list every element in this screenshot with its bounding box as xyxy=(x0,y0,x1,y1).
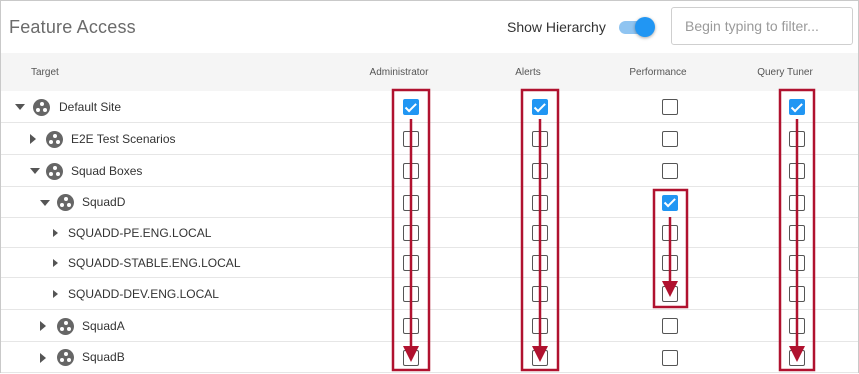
alerts-checkbox[interactable] xyxy=(532,286,548,302)
alerts-checkbox[interactable] xyxy=(532,131,548,147)
filter-input[interactable] xyxy=(671,7,853,45)
page-title: Feature Access xyxy=(9,17,136,37)
alerts-checkbox[interactable] xyxy=(532,318,548,334)
collapse-caret-icon[interactable] xyxy=(30,168,40,174)
query-tuner-checkbox[interactable] xyxy=(789,318,805,334)
collapse-caret-icon[interactable] xyxy=(40,199,50,206)
performance-checkbox[interactable] xyxy=(662,99,678,115)
expand-caret-icon[interactable] xyxy=(53,290,58,298)
expand-caret-icon[interactable] xyxy=(40,352,46,363)
panel-header: Feature Access Show Hierarchy xyxy=(1,1,858,53)
alerts-checkbox[interactable] xyxy=(532,194,548,211)
administrator-checkbox[interactable] xyxy=(403,99,419,115)
collapse-caret-icon[interactable] xyxy=(15,104,25,110)
feature-access-panel: Feature Access Show Hierarchy Target Adm… xyxy=(0,0,859,373)
performance-checkbox[interactable] xyxy=(662,225,678,241)
administrator-checkbox[interactable] xyxy=(403,131,419,147)
tree-row[interactable]: Default Site xyxy=(1,91,858,123)
administrator-checkbox[interactable] xyxy=(403,286,419,302)
tree-row-label: SQUADD-DEV.ENG.LOCAL xyxy=(68,286,219,301)
expand-caret-icon[interactable] xyxy=(53,229,58,237)
tree-row[interactable]: SquadB xyxy=(1,342,858,373)
tree-row[interactable]: SQUADD-DEV.ENG.LOCAL xyxy=(1,278,858,310)
tree-row-label: SQUADD-PE.ENG.LOCAL xyxy=(68,225,212,240)
query-tuner-checkbox[interactable] xyxy=(789,194,805,211)
site-icon xyxy=(57,194,74,211)
site-icon xyxy=(57,349,74,366)
tree-row-label: SQUADD-STABLE.ENG.LOCAL xyxy=(68,255,241,270)
tree-row-label: SquadB xyxy=(82,350,125,364)
administrator-checkbox[interactable] xyxy=(403,194,419,211)
expand-caret-icon[interactable] xyxy=(30,134,36,144)
tree-row[interactable]: SQUADD-STABLE.ENG.LOCAL xyxy=(1,248,858,278)
performance-checkbox[interactable] xyxy=(662,255,678,271)
expand-caret-icon[interactable] xyxy=(40,321,46,331)
tree-row[interactable]: SQUADD-PE.ENG.LOCAL xyxy=(1,218,858,248)
tree-row[interactable]: SquadD xyxy=(1,187,858,218)
alerts-checkbox[interactable] xyxy=(532,255,548,271)
tree-row[interactable]: Squad Boxes xyxy=(1,155,858,187)
administrator-checkbox[interactable] xyxy=(403,255,419,271)
column-header-target[interactable]: Target xyxy=(31,67,59,78)
show-hierarchy-label: Show Hierarchy xyxy=(507,19,606,35)
table-header: Target Administrator Alerts Performance … xyxy=(1,53,858,92)
site-icon xyxy=(57,317,74,335)
alerts-checkbox[interactable] xyxy=(532,225,548,241)
column-header-administrator[interactable]: Administrator xyxy=(370,67,429,78)
site-icon xyxy=(33,98,50,116)
tree-row-label: SquadA xyxy=(82,318,125,333)
administrator-checkbox[interactable] xyxy=(403,163,419,179)
administrator-checkbox[interactable] xyxy=(403,318,419,334)
toggle-thumb[interactable] xyxy=(635,17,655,37)
administrator-checkbox[interactable] xyxy=(403,349,419,366)
query-tuner-checkbox[interactable] xyxy=(789,255,805,271)
performance-checkbox[interactable] xyxy=(662,131,678,147)
performance-checkbox[interactable] xyxy=(662,349,678,366)
column-header-alerts[interactable]: Alerts xyxy=(515,67,541,78)
show-hierarchy-toggle[interactable] xyxy=(617,17,655,37)
column-header-performance[interactable]: Performance xyxy=(629,67,686,78)
site-icon xyxy=(46,162,63,180)
performance-checkbox[interactable] xyxy=(662,194,678,211)
performance-checkbox[interactable] xyxy=(662,318,678,334)
tree-row-label: Default Site xyxy=(59,99,122,114)
alerts-checkbox[interactable] xyxy=(532,349,548,366)
tree-row-label: E2E Test Scenarios xyxy=(71,131,176,146)
administrator-checkbox[interactable] xyxy=(403,225,419,241)
query-tuner-checkbox[interactable] xyxy=(789,131,805,147)
query-tuner-checkbox[interactable] xyxy=(789,99,805,115)
tree-row[interactable]: SquadA xyxy=(1,310,858,342)
performance-checkbox[interactable] xyxy=(662,286,678,302)
tree-row[interactable]: E2E Test Scenarios xyxy=(1,123,858,155)
query-tuner-checkbox[interactable] xyxy=(789,225,805,241)
site-icon xyxy=(46,130,63,148)
tree-row-label: Squad Boxes xyxy=(71,163,143,178)
performance-checkbox[interactable] xyxy=(662,163,678,179)
column-header-query-tuner[interactable]: Query Tuner xyxy=(757,67,813,78)
query-tuner-checkbox[interactable] xyxy=(789,349,805,366)
alerts-checkbox[interactable] xyxy=(532,99,548,115)
alerts-checkbox[interactable] xyxy=(532,163,548,179)
query-tuner-checkbox[interactable] xyxy=(789,286,805,302)
query-tuner-checkbox[interactable] xyxy=(789,163,805,179)
tree-row-label: SquadD xyxy=(82,195,126,209)
expand-caret-icon[interactable] xyxy=(53,259,58,267)
